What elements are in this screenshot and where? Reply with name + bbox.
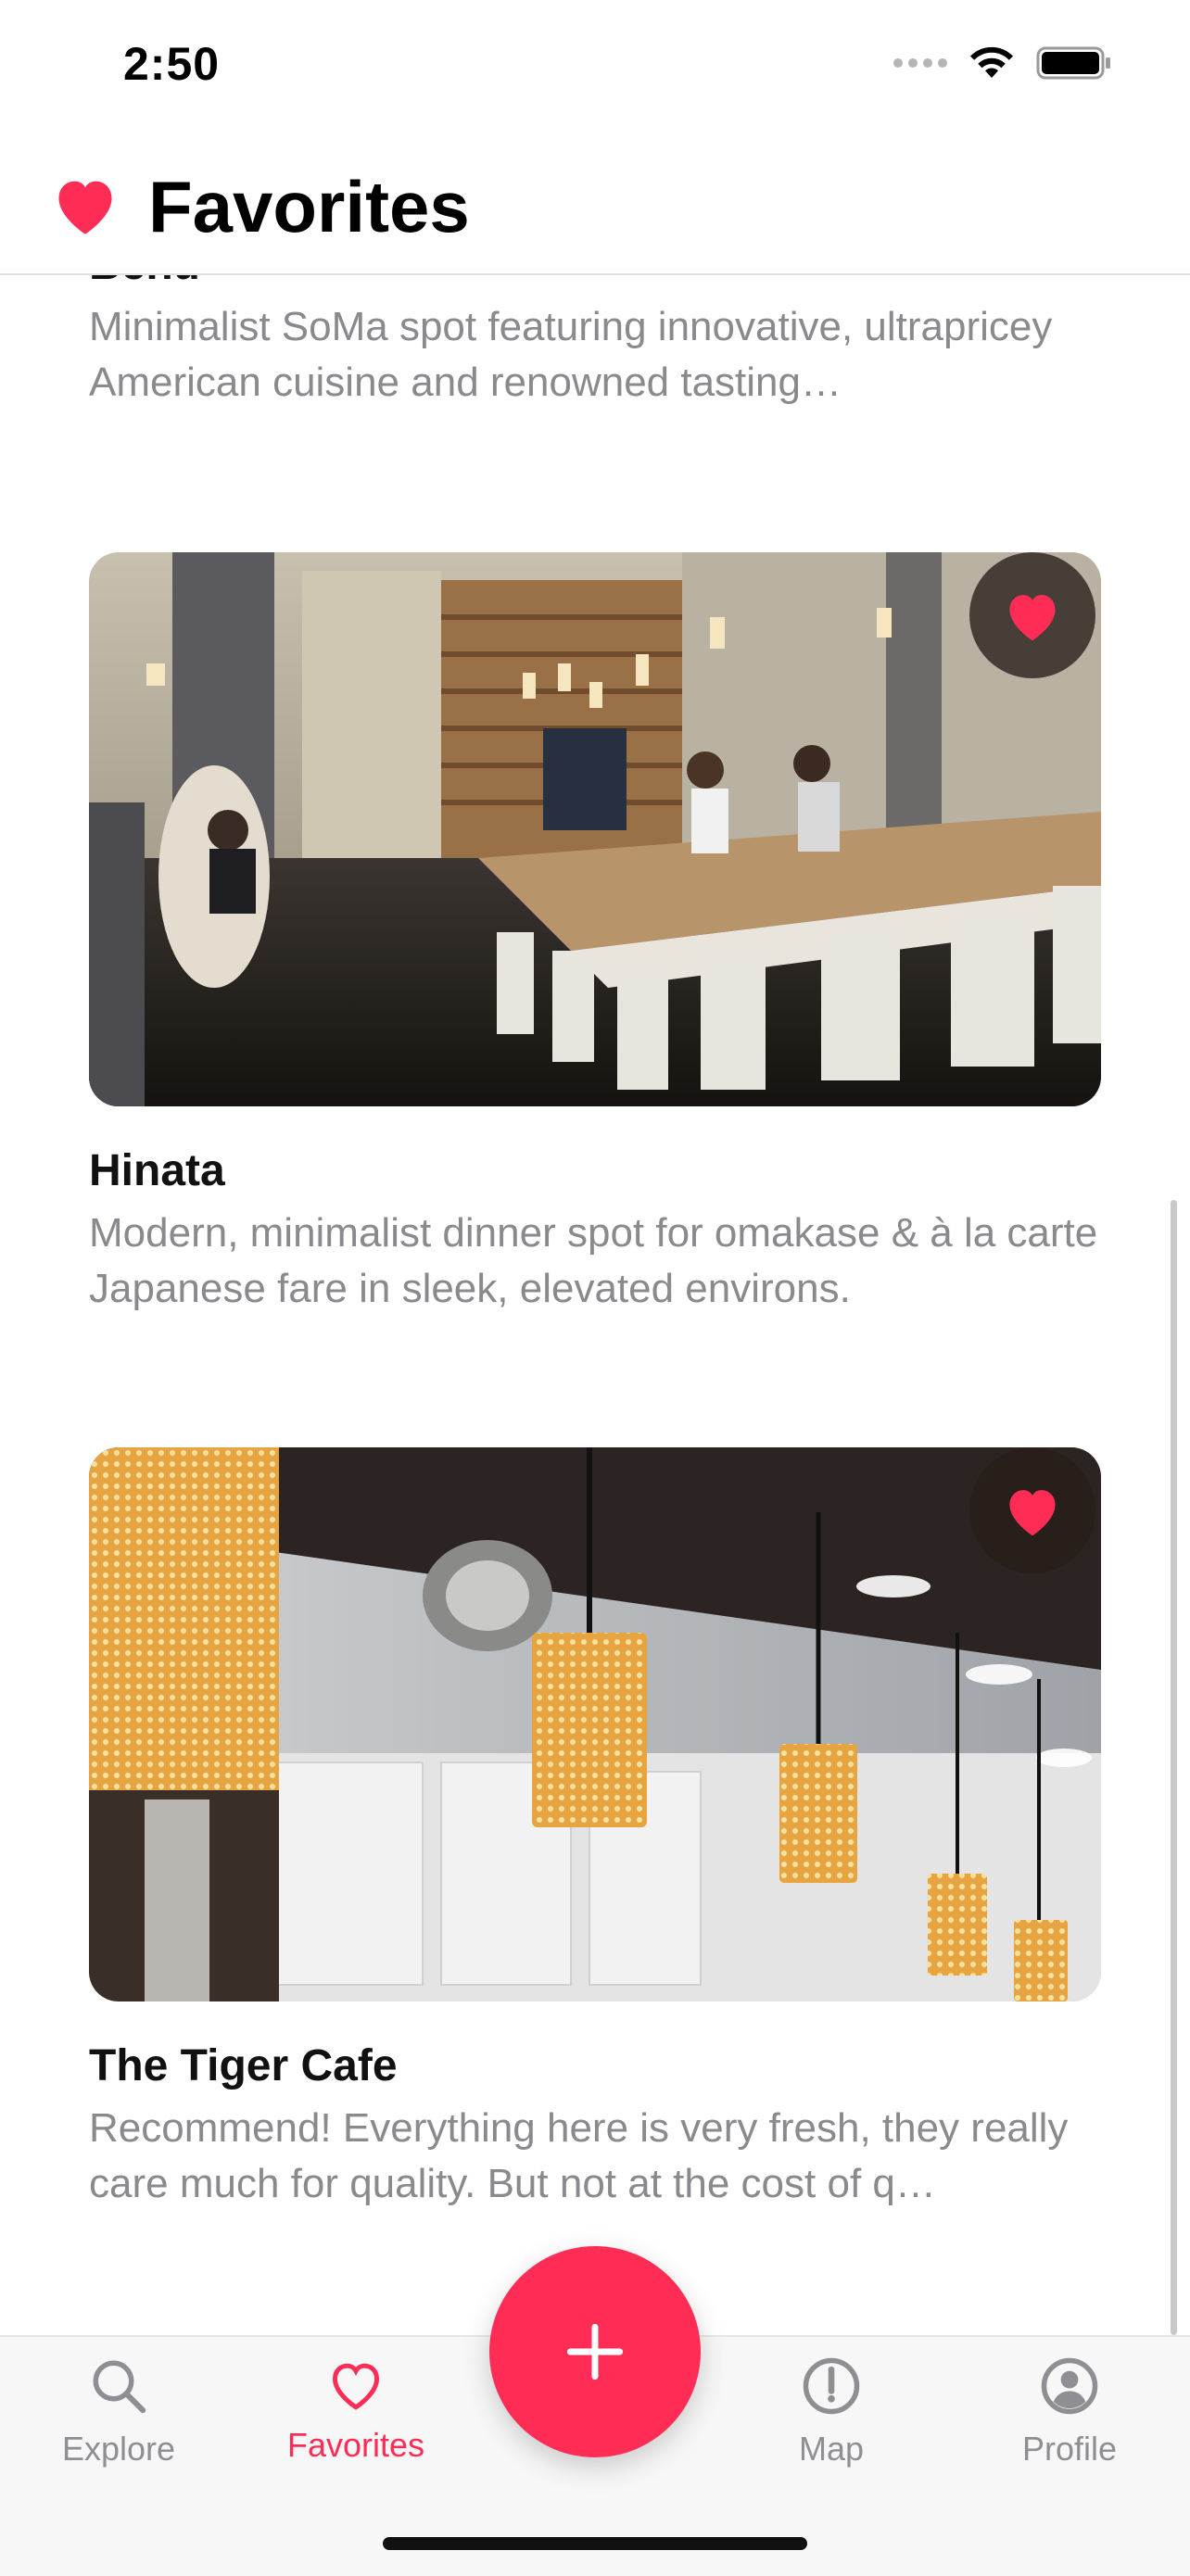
status-time: 2:50 (123, 38, 221, 90)
heart-outline-icon (332, 2363, 380, 2410)
tab-map[interactable]: Map (739, 2355, 924, 2469)
restaurant-photo[interactable] (89, 1447, 1101, 2001)
tab-label: Map (798, 2430, 865, 2468)
tab-favorites[interactable]: Favorites (263, 2355, 449, 2465)
tab-explore[interactable]: Explore (26, 2355, 211, 2469)
compass-icon (803, 2357, 860, 2415)
favorites-list[interactable]: Benu Minimalist SoMa spot featuring inno… (0, 0, 1190, 2335)
restaurant-card[interactable]: Hinata Modern, minimalist dinner spot fo… (89, 552, 1101, 1317)
status-icons (893, 44, 1112, 82)
scrollbar[interactable] (1171, 1200, 1177, 2335)
restaurant-name: The Tiger Cafe (89, 2041, 398, 2090)
sushi-bar-photo (89, 552, 1101, 1106)
lamp-photo (89, 1447, 1101, 2001)
tab-label: Favorites (286, 2426, 425, 2464)
restaurant-name: Hinata (89, 1146, 225, 1195)
favorite-toggle[interactable] (969, 1447, 1095, 1573)
person-circle-icon (1041, 2357, 1098, 2415)
restaurant-card[interactable]: The Tiger Cafe Recommend! Everything her… (89, 1447, 1101, 2212)
restaurant-photo[interactable] (89, 552, 1101, 1106)
heart-filled-icon (58, 181, 112, 234)
home-indicator[interactable] (383, 2537, 807, 2550)
heart-filled-icon (1009, 1490, 1056, 1536)
wifi-icon (970, 46, 1013, 78)
restaurant-description: Modern, minimalist dinner spot for omaka… (89, 1210, 1098, 1311)
plus-icon (566, 2323, 624, 2380)
tab-label: Profile (1021, 2430, 1118, 2468)
heart-filled-icon (1009, 595, 1056, 641)
tab-label: Explore (61, 2430, 176, 2468)
restaurant-description: Minimalist SoMa spot featuring innovativ… (89, 304, 1053, 405)
status-bar: 2:50 (0, 0, 1190, 139)
cellular-signal-icon (893, 58, 947, 68)
add-button[interactable] (489, 2246, 701, 2457)
favorite-toggle[interactable] (969, 552, 1095, 678)
restaurant-description: Recommend! Everything here is very fresh… (89, 2105, 1069, 2206)
tab-profile[interactable]: Profile (977, 2355, 1162, 2469)
battery-icon (1036, 46, 1110, 80)
page-header: Favorites (0, 139, 1190, 275)
search-icon (93, 2360, 146, 2414)
page-title: Favorites (148, 166, 470, 247)
